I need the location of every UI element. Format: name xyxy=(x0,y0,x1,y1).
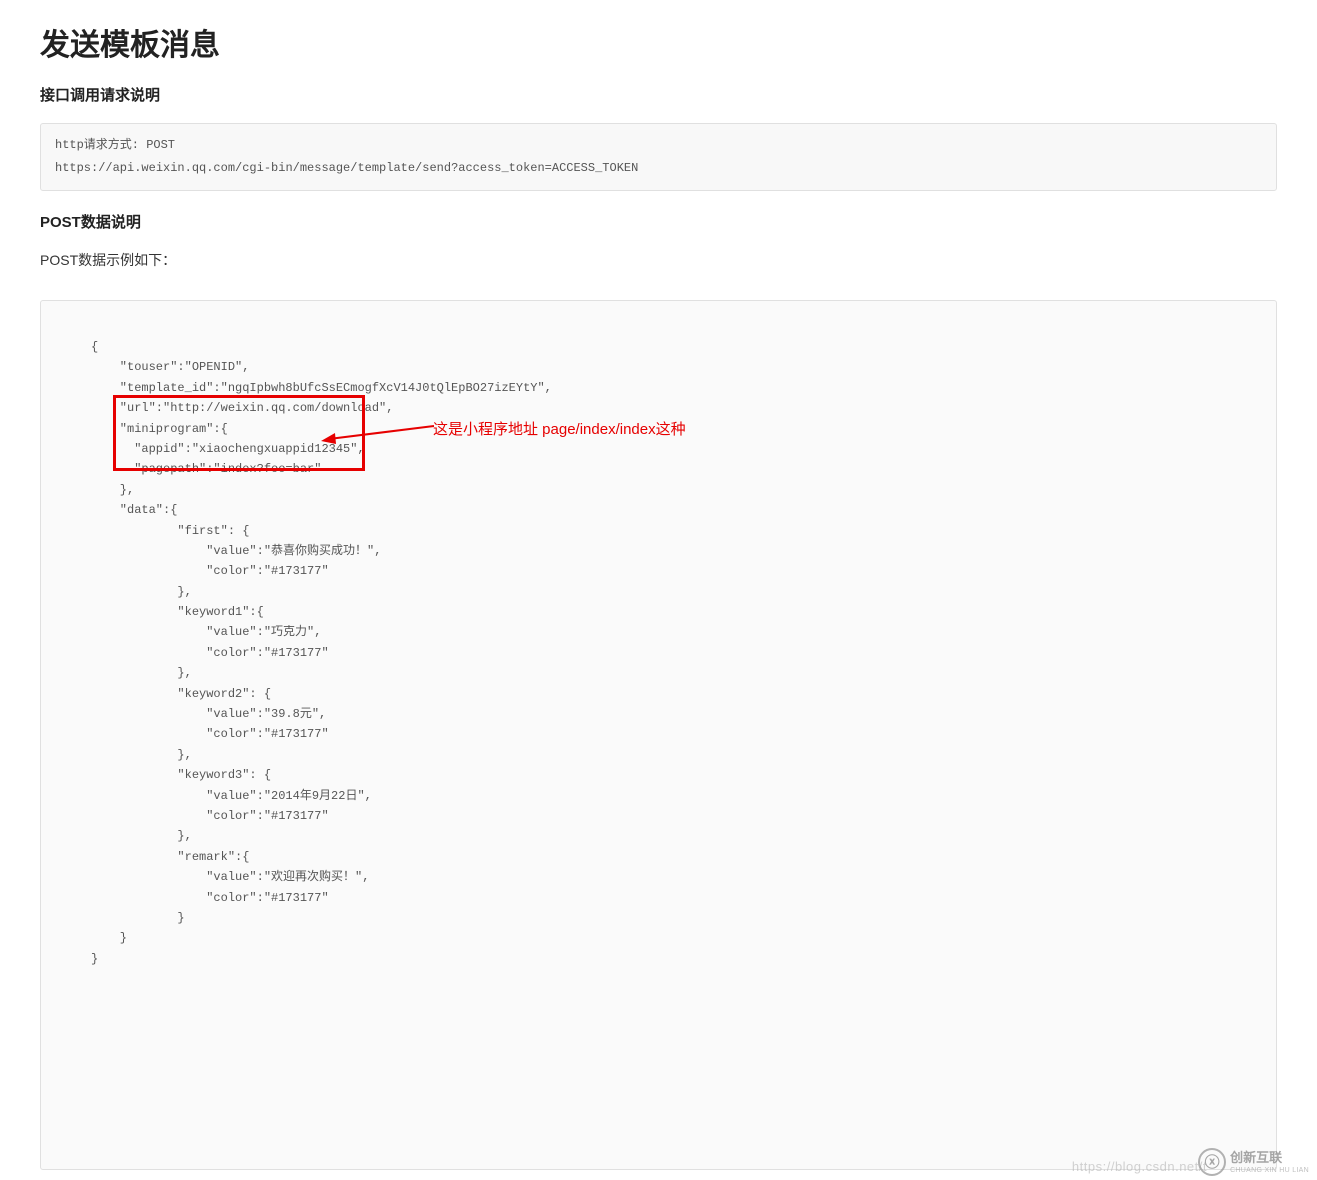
watermark-logo-sub: CHUANG XIN HU LIAN xyxy=(1230,1167,1309,1174)
api-request-subtitle: 接口调用请求说明 xyxy=(40,84,1277,105)
json-post-highlight: "data":{ "first": { "value":"恭喜你购买成功！", … xyxy=(91,503,381,966)
json-example-codebox: { "touser":"OPENID", "template_id":"ngqI… xyxy=(40,300,1277,1170)
logo-glyph-icon: ⓧ xyxy=(1198,1148,1226,1176)
page-title: 发送模板消息 xyxy=(40,20,1277,64)
annotation-text: 这是小程序地址 page/index/index这种 xyxy=(433,417,686,443)
post-data-subtitle: POST数据说明 xyxy=(40,211,1277,232)
watermark-url: https://blog.csdn.net/t xyxy=(1072,1159,1207,1174)
post-example-intro: POST数据示例如下： xyxy=(40,250,1277,270)
watermark-logo-text: 创新互联 xyxy=(1230,1150,1282,1165)
api-endpoint-codebox: http请求方式: POST https://api.weixin.qq.com… xyxy=(40,123,1277,191)
json-highlighted-block: "miniprogram":{ "appid":"xiaochengxuappi… xyxy=(91,422,365,497)
watermark-logo: ⓧ 创新互联 CHUANG XIN HU LIAN xyxy=(1198,1148,1309,1176)
json-pre-highlight: { "touser":"OPENID", "template_id":"ngqI… xyxy=(91,340,552,415)
